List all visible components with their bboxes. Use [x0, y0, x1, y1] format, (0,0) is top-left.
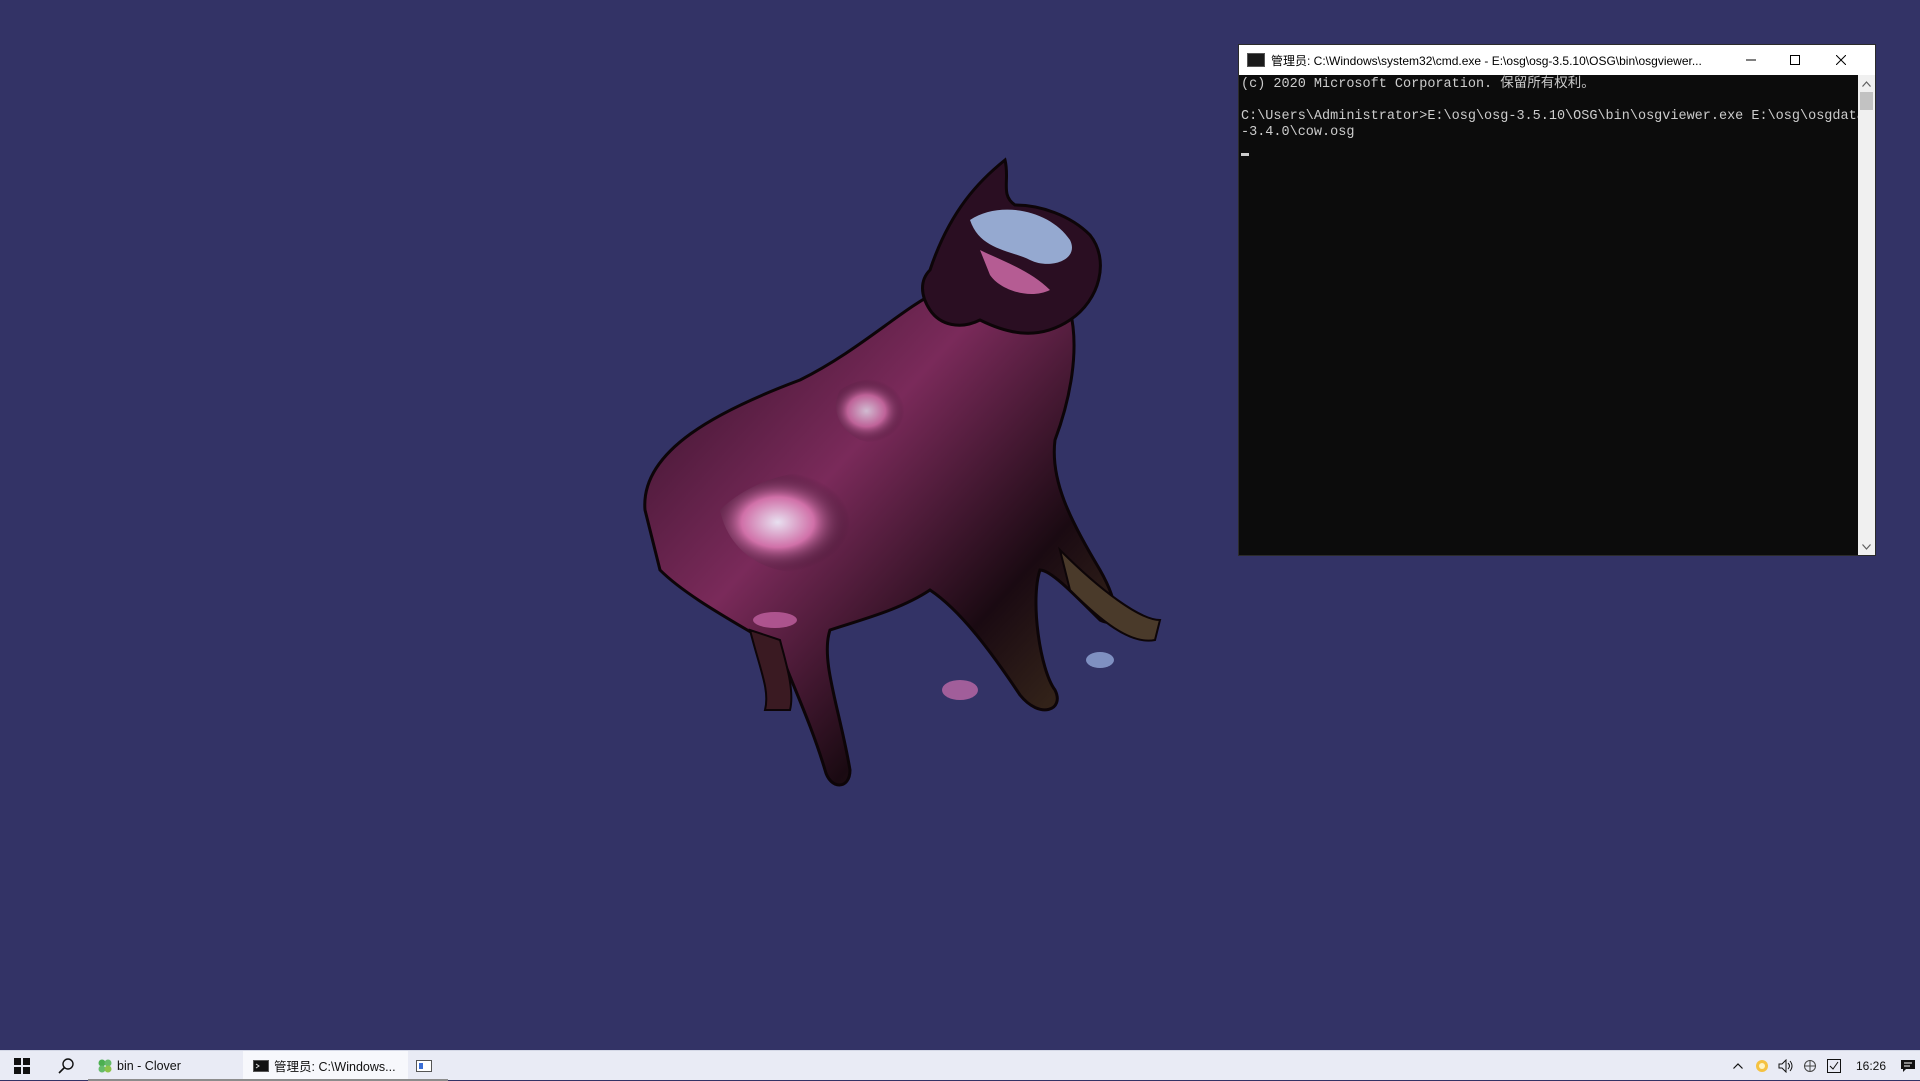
- minimize-icon: [1746, 59, 1756, 61]
- taskbar-app-osgviewer[interactable]: [408, 1051, 448, 1081]
- cmd-titlebar[interactable]: 管理员: C:\Windows\system32\cmd.exe - E:\os…: [1239, 45, 1875, 75]
- chevron-up-icon: [1862, 80, 1871, 87]
- windows-logo-icon: [14, 1057, 30, 1074]
- input-method-icon: [1826, 1059, 1841, 1073]
- console-cursor: [1241, 153, 1249, 156]
- cow-3d-model[interactable]: [600, 150, 1260, 850]
- cmd-window-title: 管理员: C:\Windows\system32\cmd.exe - E:\os…: [1271, 53, 1702, 68]
- search-icon: [58, 1057, 74, 1074]
- close-icon: [1836, 55, 1846, 65]
- console-line: -3.4.0\cow.osg: [1241, 125, 1355, 140]
- scroll-thumb[interactable]: [1860, 92, 1873, 110]
- cmd-console-output[interactable]: (c) 2020 Microsoft Corporation. 保留所有权利。 …: [1239, 75, 1858, 555]
- console-line: (c) 2020 Microsoft Corporation. 保留所有权利。: [1241, 77, 1595, 92]
- osgviewer-icon: [416, 1059, 432, 1072]
- close-button[interactable]: [1819, 45, 1863, 75]
- taskbar-app-label: 管理员: C:\Windows...: [274, 1060, 396, 1074]
- notification-center-button[interactable]: [1896, 1051, 1920, 1081]
- taskbar-app-cmd[interactable]: 管理员: C:\Windows...: [243, 1050, 408, 1081]
- cmd-scrollbar[interactable]: [1858, 75, 1875, 555]
- cmd-app-icon: [1247, 53, 1265, 67]
- network-icon: [1803, 1060, 1816, 1072]
- network-button[interactable]: [1798, 1051, 1822, 1081]
- minimize-button[interactable]: [1729, 45, 1773, 75]
- start-button[interactable]: [0, 1051, 44, 1081]
- app-status-icon: [1755, 1060, 1768, 1072]
- chevron-down-icon: [1862, 543, 1871, 550]
- input-method-button[interactable]: [1822, 1051, 1846, 1081]
- tray-app-button[interactable]: [1750, 1051, 1774, 1081]
- scroll-down-button[interactable]: [1858, 538, 1875, 555]
- notification-icon: [1901, 1060, 1915, 1072]
- maximize-button[interactable]: [1773, 45, 1817, 75]
- cmd-icon: [253, 1059, 269, 1072]
- taskbar-app-clover[interactable]: bin - Clover: [88, 1051, 243, 1081]
- taskbar: bin - Clover 管理员: C:\Windows... 16:26: [0, 1050, 1920, 1081]
- volume-button[interactable]: [1774, 1051, 1798, 1081]
- taskbar-clock[interactable]: 16:26: [1846, 1059, 1896, 1073]
- search-button[interactable]: [44, 1051, 88, 1081]
- clover-icon: [98, 1059, 112, 1072]
- chevron-up-icon: [1733, 1063, 1743, 1069]
- speaker-icon: [1778, 1059, 1793, 1073]
- show-hidden-icons-button[interactable]: [1726, 1051, 1750, 1081]
- taskbar-app-label: bin - Clover: [117, 1058, 181, 1073]
- system-tray: 16:26: [1726, 1051, 1920, 1081]
- cmd-window[interactable]: 管理员: C:\Windows\system32\cmd.exe - E:\os…: [1238, 44, 1876, 556]
- scroll-up-button[interactable]: [1858, 75, 1875, 92]
- console-line: C:\Users\Administrator>E:\osg\osg-3.5.10…: [1241, 109, 1858, 124]
- maximize-icon: [1790, 55, 1800, 65]
